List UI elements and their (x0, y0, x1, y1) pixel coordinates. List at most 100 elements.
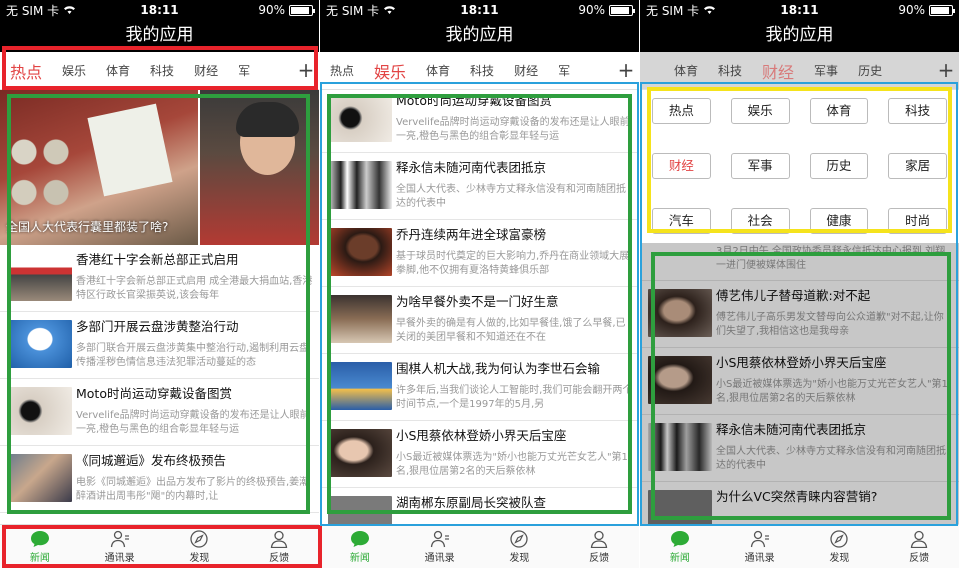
tab-entertainment[interactable]: 娱乐 (52, 62, 96, 79)
app-title: 我的应用 (320, 20, 639, 52)
channel-tabs: 热点 娱乐 体育 科技 财经 军 + (0, 52, 319, 90)
tabbar-feedback[interactable]: 反馈 (559, 525, 639, 568)
channel-chip[interactable]: 军事 (730, 153, 790, 179)
channel-chip[interactable]: 体育 (809, 98, 869, 124)
tabbar-contacts[interactable]: 通讯录 (80, 525, 160, 568)
hero-caption: 全国人大代表行囊里都装了啥? (6, 220, 169, 234)
battery-icon (289, 4, 315, 16)
channel-chip[interactable]: 汽车 (652, 208, 711, 234)
tab-military[interactable]: 军 (548, 62, 580, 79)
tab-sports[interactable]: 体育 (96, 62, 140, 79)
list-item[interactable]: 香港红十字会新总部正式启用 香港红十字会新总部正式启用 成全港最大捐血站,香港特… (0, 245, 319, 312)
news-thumbnail (648, 356, 712, 404)
list-item[interactable]: Moto时尚运动穿戴设备图赏 Vervelife品牌时尚运动穿戴设备的发布还是让… (320, 86, 639, 153)
tabbar-label: 新闻 (29, 553, 50, 564)
channel-chip[interactable]: 家居 (888, 153, 947, 179)
add-channel-icon[interactable]: + (293, 52, 319, 89)
tabbar-feedback[interactable]: 反馈 (879, 525, 959, 568)
list-item[interactable]: 释永信未随河南代表团抵京 全国人大代表、少林寺方丈释永信没有和河南随团抵达的代表… (640, 415, 959, 482)
tabbar-news[interactable]: 新闻 (320, 525, 400, 568)
channel-chip[interactable]: 热点 (652, 98, 711, 124)
list-item[interactable]: 小S甩蔡依林登娇小界天后宝座 小S最近被媒体票选为"娇小也能万丈光芒女艺人"第1… (320, 421, 639, 488)
news-title: 湖南郴东原副局长突被队查 (396, 495, 547, 510)
add-channel-icon[interactable]: + (613, 52, 639, 89)
tab-military[interactable]: 军 (228, 62, 260, 79)
tabbar-feedback[interactable]: 反馈 (239, 525, 319, 568)
channel-chip-active[interactable]: 财经 (652, 153, 711, 179)
list-item[interactable]: 《同城邂逅》发布终极预告 电影《同城邂逅》出品方发布了影片的终极预告,姜潮醉酒讲… (0, 446, 319, 513)
list-item[interactable]: Moto时尚运动穿戴设备图赏 Vervelife品牌时尚运动穿戴设备的发布还是让… (0, 379, 319, 446)
news-title: Moto时尚运动穿戴设备图赏 (76, 386, 232, 401)
tab-hot[interactable]: 热点 (320, 62, 364, 79)
news-title: 《同城邂逅》发布终极预告 (76, 453, 227, 468)
list-item[interactable]: 小S甩蔡依林登娇小界天后宝座 小S最近被媒体票选为"娇小也能万丈光芒女艺人"第1… (640, 348, 959, 415)
list-item[interactable]: 释永信未随河南代表团抵京 全国人大代表、少林寺方丈释永信没有和河南随团抵达的代表… (320, 153, 639, 220)
tabbar-label: 通讯录 (104, 553, 135, 564)
list-item[interactable]: 围棋人机大战,我为何认为李世石会输 许多年后,当我们谈论人工智能时,我们可能会翻… (320, 354, 639, 421)
channel-grid: 热点 娱乐 体育 科技 财经 军事 历史 家居 汽车 社会 健康 时尚 (640, 90, 959, 243)
tab-finance[interactable]: 财经 (752, 59, 804, 83)
hero-banner[interactable]: 全国人大代表行囊里都装了啥? (0, 90, 319, 245)
list-item[interactable]: 乔丹连续两年进全球富豪榜 基于球员时代奠定的巨大影响力,乔丹在商业领域大展拳脚,… (320, 220, 639, 287)
news-title: 为啥早餐外卖不是一门好生意 (396, 294, 559, 309)
tabbar-label: 通讯录 (424, 553, 455, 564)
channel-chip[interactable]: 历史 (809, 153, 869, 179)
news-thumbnail (328, 362, 392, 410)
wifi-icon (64, 6, 76, 14)
tabbar-news[interactable]: 新闻 (640, 525, 720, 568)
bottom-tab-bar: 新闻 通讯录 发现 反馈 (640, 524, 959, 568)
tab-tech[interactable]: 科技 (140, 62, 184, 79)
list-item[interactable]: 3月2日中午,全国政协委员释永信抵达中心报到,刘翔一进门便被媒体围住 (640, 245, 959, 281)
battery-icon (929, 4, 955, 16)
news-title: 小S甩蔡依林登娇小界天后宝座 (396, 428, 567, 443)
tabbar-label: 新闻 (669, 553, 690, 564)
tab-tech[interactable]: 科技 (708, 62, 752, 79)
carrier-label: 无 SIM 卡 (326, 3, 380, 18)
tabbar-discover[interactable]: 发现 (800, 525, 880, 568)
tabbar-discover[interactable]: 发现 (480, 525, 560, 568)
news-summary: 电影《同城邂逅》出品方发布了影片的终极预告,姜潮醉酒讲出周韦彤"飓"的内幕时,让 (76, 477, 310, 502)
wifi-icon (384, 6, 396, 14)
person-icon (590, 530, 608, 548)
news-title: 多部门开展云盘涉黄整治行动 (76, 319, 239, 334)
tab-sports[interactable]: 体育 (416, 62, 460, 79)
contacts-icon (430, 530, 449, 548)
news-thumbnail (328, 295, 392, 343)
news-list: 3月2日中午,全国政协委员释永信抵达中心报到,刘翔一进门便被媒体围住 傅艺伟儿子… (640, 243, 959, 524)
tab-history[interactable]: 历史 (848, 62, 892, 79)
tabbar-news[interactable]: 新闻 (0, 525, 80, 568)
tabbar-contacts[interactable]: 通讯录 (400, 525, 480, 568)
tabbar-label: 发现 (189, 553, 210, 564)
chat-bubble-icon (350, 531, 369, 547)
compass-icon (510, 530, 529, 548)
news-summary: 香港红十字会新总部正式启用 成全港最大捐血站,香港特区行政长官梁振英说,该会每年 (76, 276, 313, 301)
app-title: 我的应用 (0, 20, 319, 52)
list-item[interactable]: 为什么VC突然青睐内容营销? (640, 482, 959, 524)
tab-finance[interactable]: 财经 (184, 62, 228, 79)
channel-chip[interactable]: 科技 (888, 98, 947, 124)
list-item[interactable]: 多部门开展云盘涉黄整治行动 多部门联合开展云盘涉黄集中整治行动,遏制利用云盘传播… (0, 312, 319, 379)
list-item[interactable]: 傅艺伟儿子替母道歉:对不起 傅艺伟儿子高乐男发文替母向公众道歉"对不起,让你们失… (640, 281, 959, 348)
tab-entertainment[interactable]: 娱乐 (364, 59, 416, 83)
channel-chip[interactable]: 健康 (809, 208, 869, 234)
channel-chip[interactable]: 娱乐 (730, 98, 790, 124)
tabbar-label: 新闻 (349, 553, 370, 564)
tabbar-discover[interactable]: 发现 (160, 525, 240, 568)
compass-icon (190, 530, 209, 548)
channel-chip[interactable]: 社会 (730, 208, 790, 234)
battery-icon (609, 4, 635, 16)
tab-tech[interactable]: 科技 (460, 62, 504, 79)
list-item[interactable]: 为啥早餐外卖不是一门好生意 早餐外卖的确是有人做的,比如早餐佳,饿了么早餐,已关… (320, 287, 639, 354)
tabbar-contacts[interactable]: 通讯录 (720, 525, 800, 568)
news-summary: 多部门联合开展云盘涉黄集中整治行动,遏制利用云盘传播淫秽色情信息违法犯罪活动蔓延… (76, 343, 310, 368)
list-item[interactable]: 湖南郴东原副局长突被队查 (320, 488, 639, 524)
phone-screen-hot: 无 SIM 卡 18:11 90% 我的应用 热点 娱乐 体育 科技 财经 军 … (0, 0, 319, 568)
tab-finance[interactable]: 财经 (504, 62, 548, 79)
channel-chip[interactable]: 时尚 (888, 208, 947, 234)
tab-sports[interactable]: 体育 (664, 62, 708, 79)
tab-hot[interactable]: 热点 (0, 59, 52, 83)
tab-military[interactable]: 军事 (804, 62, 848, 79)
news-summary: 基于球员时代奠定的巨大影响力,乔丹在商业领域大展拳脚,他不仅拥有夏洛特黄蜂俱乐部 (396, 251, 630, 276)
add-channel-icon[interactable]: + (933, 52, 959, 89)
chat-bubble-icon (670, 531, 689, 547)
